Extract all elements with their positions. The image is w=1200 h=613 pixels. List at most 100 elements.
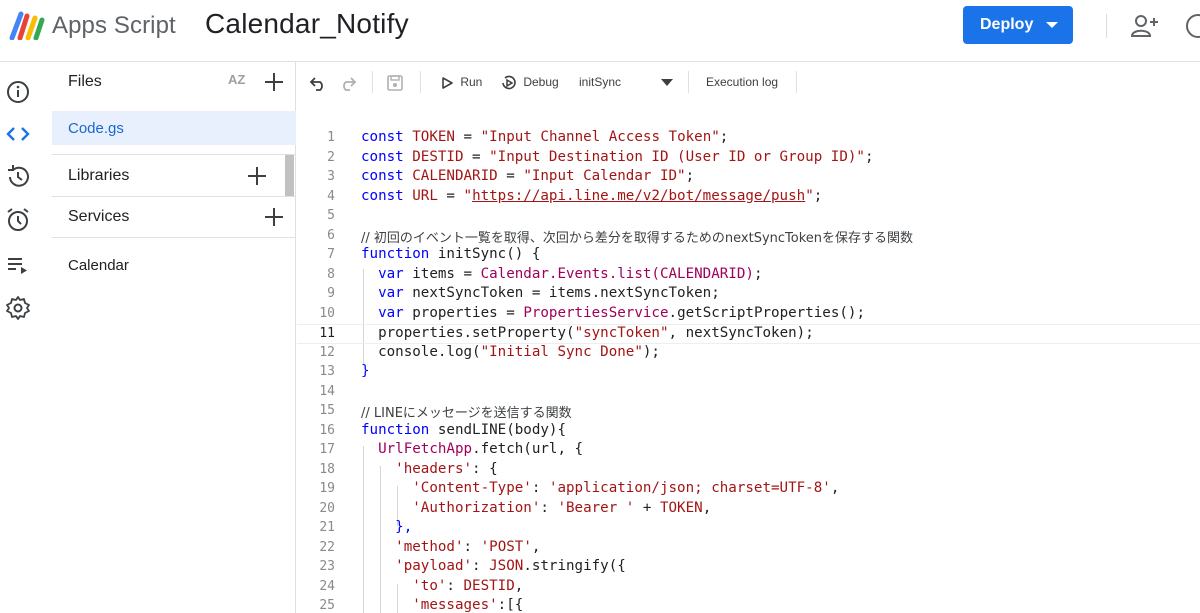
line-number: 4 xyxy=(327,188,335,204)
toolbar-divider xyxy=(688,71,689,93)
deploy-label: Deploy xyxy=(980,16,1034,33)
line-number: 8 xyxy=(327,266,335,282)
code-line: 2 const DESTID = "Input Destination ID (… xyxy=(297,149,1200,169)
code-line: 18 'headers': { xyxy=(297,461,1200,481)
line-number: 7 xyxy=(327,247,335,262)
code-text: var items = Calendar.Events.list(CALENDA… xyxy=(378,265,763,282)
line-number: 18 xyxy=(319,461,335,477)
play-icon xyxy=(442,77,453,89)
project-title[interactable]: Calendar_Notify xyxy=(205,8,409,40)
code-text: 'messages':[{ xyxy=(412,597,524,613)
debug-label: Debug xyxy=(523,75,559,89)
deploy-button[interactable]: Deploy xyxy=(963,6,1073,44)
app-name[interactable]: Apps Script xyxy=(52,12,176,40)
header-divider xyxy=(1106,14,1107,38)
service-item-calendar[interactable]: Calendar xyxy=(52,248,296,280)
undo-icon[interactable] xyxy=(309,62,327,102)
code-line: 19 'Content-Type': 'application/json; ch… xyxy=(297,480,1200,500)
services-section: Services xyxy=(52,197,296,237)
code-line: 22 'method': 'POST', xyxy=(297,539,1200,559)
code-line: 15 // LINEにメッセージを送信する関数 xyxy=(297,402,1200,422)
code-text: const URL = "https://api.line.me/v2/bot/… xyxy=(361,187,823,204)
caret-down-icon xyxy=(1046,22,1058,28)
code-line: 17 UrlFetchApp.fetch(url, { xyxy=(297,441,1200,461)
share-add-person-icon[interactable] xyxy=(1130,12,1160,40)
files-panel: Files AZ Code.gs Libraries Services Cale… xyxy=(52,62,296,613)
line-number: 13 xyxy=(319,364,335,379)
file-item-code-gs[interactable]: Code.gs xyxy=(52,111,296,145)
line-number: 3 xyxy=(327,169,335,184)
code-line: 20 'Authorization': 'Bearer ' + TOKEN, xyxy=(297,500,1200,520)
code-line: 9 var nextSyncToken = items.nextSyncToke… xyxy=(297,285,1200,305)
code-text: 'method': 'POST', xyxy=(395,538,541,555)
line-number: 21 xyxy=(319,520,335,535)
line-number: 19 xyxy=(319,481,335,496)
add-file-button[interactable] xyxy=(262,70,286,94)
editor-code-icon[interactable] xyxy=(5,121,31,147)
line-number: 25 xyxy=(319,598,335,613)
overview-info-icon[interactable] xyxy=(5,79,31,105)
code-text: var nextSyncToken = items.nextSyncToken; xyxy=(378,285,720,301)
code-text: UrlFetchApp.fetch(url, { xyxy=(378,441,584,457)
apps-script-logo-icon[interactable] xyxy=(8,10,46,40)
code-text: const TOKEN = "Input Channel Access Toke… xyxy=(361,129,729,145)
url-link[interactable]: https://api.line.me/v2/bot/message/push xyxy=(472,188,805,204)
code-text: 'payload': JSON.stringify({ xyxy=(395,558,626,574)
add-service-button[interactable] xyxy=(262,205,286,229)
code-line: 24 'to': DESTID, xyxy=(297,578,1200,598)
help-icon[interactable] xyxy=(1183,12,1200,40)
code-line: 12 console.log("Initial Sync Done"); xyxy=(297,344,1200,364)
code-editor[interactable]: 1 const TOKEN = "Input Channel Access To… xyxy=(297,102,1200,613)
panel-scrollbar[interactable] xyxy=(285,155,294,197)
code-line: 1 const TOKEN = "Input Channel Access To… xyxy=(297,129,1200,149)
code-text: function sendLINE(body){ xyxy=(361,421,567,438)
line-number: 2 xyxy=(327,149,335,165)
debug-button[interactable]: Debug xyxy=(500,62,559,102)
code-line: 5 xyxy=(297,207,1200,227)
code-line: 8 var items = Calendar.Events.list(CALEN… xyxy=(297,266,1200,286)
redo-icon[interactable] xyxy=(339,62,357,102)
playlist-play-icon[interactable] xyxy=(5,252,31,278)
toolbar-divider xyxy=(420,71,421,93)
service-name: Calendar xyxy=(68,257,129,274)
line-number: 11 xyxy=(319,326,335,341)
alarm-clock-icon[interactable] xyxy=(5,207,31,233)
caret-down-icon xyxy=(661,79,673,86)
execution-log-button[interactable]: Execution log xyxy=(706,62,778,102)
code-comment: // 初回のイベント一覧を取得、次回から差分を取得するためのnextSyncTo… xyxy=(361,230,914,246)
line-number: 5 xyxy=(327,208,335,223)
line-number: 24 xyxy=(319,578,335,594)
code-text: }, xyxy=(395,519,413,535)
add-library-button[interactable] xyxy=(245,164,269,188)
code-text: 'to': DESTID, xyxy=(412,577,524,594)
line-number: 14 xyxy=(319,383,335,399)
editor-toolbar: Run Debug initSync Execution log xyxy=(297,62,1200,102)
code-text: properties.setProperty("syncToken", next… xyxy=(378,325,814,341)
function-select[interactable]: initSync xyxy=(579,62,675,102)
toolbar-divider xyxy=(796,71,797,93)
line-number: 12 xyxy=(319,344,335,360)
line-number: 10 xyxy=(319,305,335,321)
code-text: 'Content-Type': 'application/json; chars… xyxy=(412,480,840,496)
line-number: 1 xyxy=(327,130,335,145)
save-icon[interactable] xyxy=(386,62,404,102)
sort-az-icon[interactable]: AZ xyxy=(228,72,252,96)
code-line: 16 function sendLINE(body){ xyxy=(297,422,1200,442)
code-line: 14 xyxy=(297,383,1200,403)
code-line: 6 // 初回のイベント一覧を取得、次回から差分を取得するためのnextSync… xyxy=(297,227,1200,247)
gear-icon[interactable] xyxy=(5,295,31,321)
line-number: 22 xyxy=(319,539,335,555)
code-text: 'headers': { xyxy=(395,460,498,477)
code-line: 7 function initSync() { xyxy=(297,246,1200,266)
code-text: } xyxy=(361,363,370,379)
code-text: console.log("Initial Sync Done"); xyxy=(378,343,660,360)
toolbar-divider xyxy=(372,71,373,93)
run-button[interactable]: Run xyxy=(440,62,482,102)
libraries-section: Libraries xyxy=(52,155,296,196)
code-text: function initSync() { xyxy=(361,246,541,262)
code-line: 13 } xyxy=(297,363,1200,383)
code-line: 3 const CALENDARID = "Input Calendar ID"… xyxy=(297,168,1200,188)
debug-icon xyxy=(502,75,516,90)
code-line-current: 11 properties.setProperty("syncToken", n… xyxy=(297,324,1200,344)
history-icon[interactable] xyxy=(5,164,31,190)
